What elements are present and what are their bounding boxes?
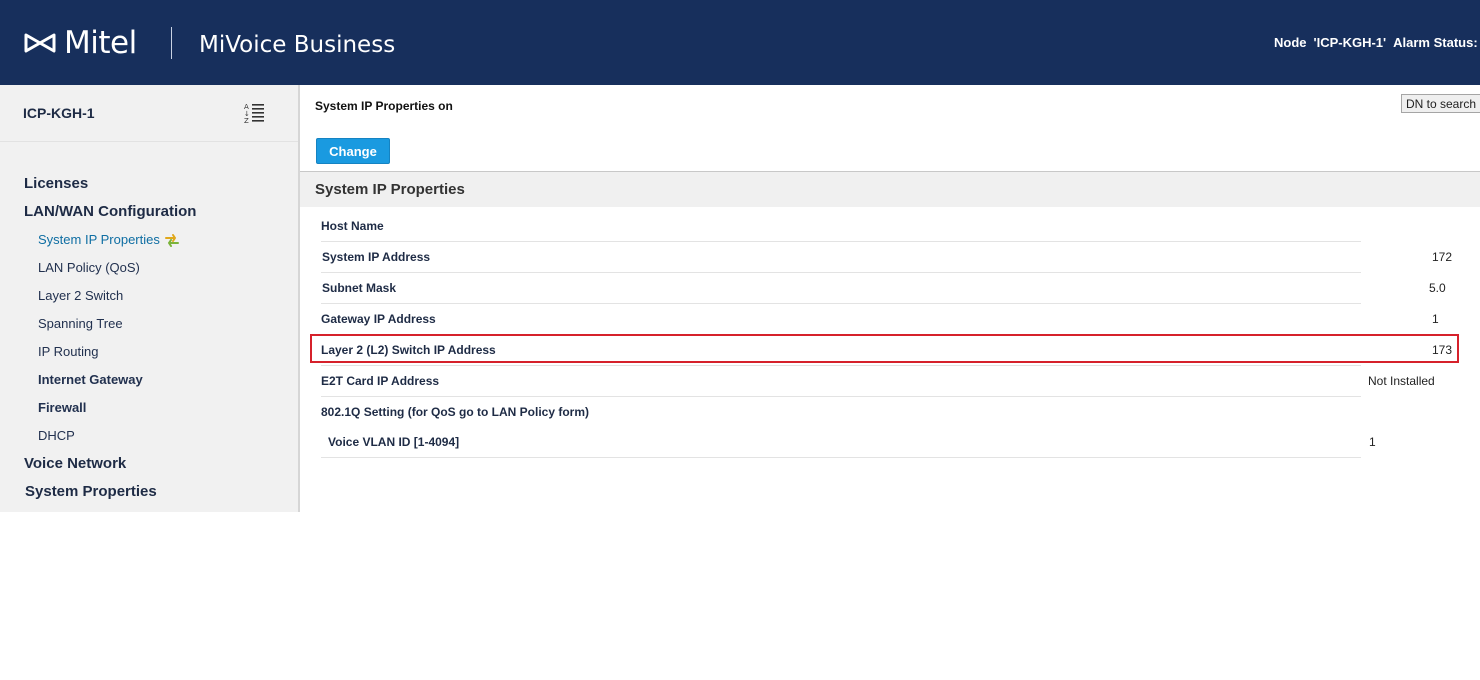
logo-text: Mitel bbox=[64, 25, 137, 61]
sync-arrows-icon bbox=[164, 233, 180, 250]
highlight-annotation-box bbox=[310, 334, 1459, 363]
property-row-host-name: Host Name bbox=[321, 211, 1361, 242]
alarm-status-label[interactable]: Alarm Status: bbox=[1393, 35, 1478, 50]
node-label: Node bbox=[1274, 35, 1307, 50]
property-value: 172 bbox=[1432, 250, 1453, 264]
sort-alpha-icon[interactable]: A ↓ Z bbox=[242, 101, 266, 125]
sidebar: ICP-KGH-1 A ↓ Z Licenses LAN/WAN Configu… bbox=[0, 85, 300, 512]
property-value: 1 bbox=[1432, 312, 1439, 326]
property-label: 802.1Q Setting (for QoS go to LAN Policy… bbox=[321, 405, 590, 419]
change-button[interactable]: Change bbox=[316, 138, 390, 164]
property-label: Host Name bbox=[321, 219, 384, 233]
nav-firewall[interactable]: Firewall bbox=[38, 400, 86, 415]
app-header: Mitel MiVoice Business Node 'ICP-KGH-1' Al… bbox=[0, 0, 1480, 85]
nav-spanning-tree[interactable]: Spanning Tree bbox=[38, 316, 123, 331]
sidebar-header: ICP-KGH-1 A ↓ Z bbox=[0, 85, 298, 142]
property-value: 1 bbox=[1369, 435, 1376, 449]
product-name: MiVoice Business bbox=[199, 32, 396, 58]
property-label: Subnet Mask bbox=[322, 281, 397, 295]
node-value: 'ICP-KGH-1' bbox=[1313, 35, 1387, 50]
node-alarm-status: Node 'ICP-KGH-1' Alarm Status: bbox=[1274, 35, 1480, 50]
property-label: Voice VLAN ID [1-4094] bbox=[328, 435, 460, 449]
dn-search-input[interactable]: DN to search bbox=[1401, 94, 1480, 113]
nav-system-ip-properties-label: System IP Properties bbox=[38, 232, 160, 247]
nav-ip-routing[interactable]: IP Routing bbox=[38, 344, 98, 359]
mitel-logo-icon bbox=[24, 33, 56, 53]
main-content: System IP Properties on DN to search Cha… bbox=[300, 85, 1480, 680]
nav-voice-network[interactable]: Voice Network bbox=[24, 455, 126, 472]
nav-dhcp[interactable]: DHCP bbox=[38, 428, 75, 443]
section-header: System IP Properties bbox=[300, 171, 1480, 207]
nav-lan-policy[interactable]: LAN Policy (QoS) bbox=[38, 260, 140, 275]
property-row-voice-vlan-id: Voice VLAN ID [1-4094] 1 bbox=[321, 427, 1376, 458]
nav-system-ip-properties[interactable]: System IP Properties bbox=[38, 232, 180, 250]
nav-system-properties[interactable]: System Properties bbox=[25, 483, 157, 500]
property-row-8021q-setting: 802.1Q Setting (for QoS go to LAN Policy… bbox=[321, 397, 1361, 427]
property-row-e2t-card-ip: E2T Card IP Address Not Installed bbox=[321, 366, 1435, 397]
mitel-logo: Mitel bbox=[23, 25, 137, 61]
nav-lan-wan-configuration[interactable]: LAN/WAN Configuration bbox=[24, 203, 196, 220]
property-row-system-ip: System IP Address 172 bbox=[321, 242, 1452, 273]
section-title: System IP Properties bbox=[315, 181, 465, 198]
nav-licenses[interactable]: Licenses bbox=[24, 175, 88, 192]
property-label: System IP Address bbox=[322, 250, 431, 264]
property-label: E2T Card IP Address bbox=[321, 374, 440, 388]
property-label: Gateway IP Address bbox=[321, 312, 436, 326]
svg-text:Z: Z bbox=[244, 117, 249, 125]
property-row-subnet-mask: Subnet Mask 5.0 bbox=[321, 273, 1446, 304]
sidebar-node-name: ICP-KGH-1 bbox=[23, 105, 95, 121]
nav-layer-2-switch[interactable]: Layer 2 Switch bbox=[38, 288, 123, 303]
property-value: 5.0 bbox=[1429, 281, 1446, 295]
nav-internet-gateway[interactable]: Internet Gateway bbox=[38, 372, 143, 387]
header-divider bbox=[171, 27, 172, 59]
property-row-gateway-ip: Gateway IP Address 1 bbox=[321, 304, 1439, 335]
page-caption: System IP Properties on bbox=[315, 99, 453, 113]
property-value: Not Installed bbox=[1368, 374, 1435, 388]
